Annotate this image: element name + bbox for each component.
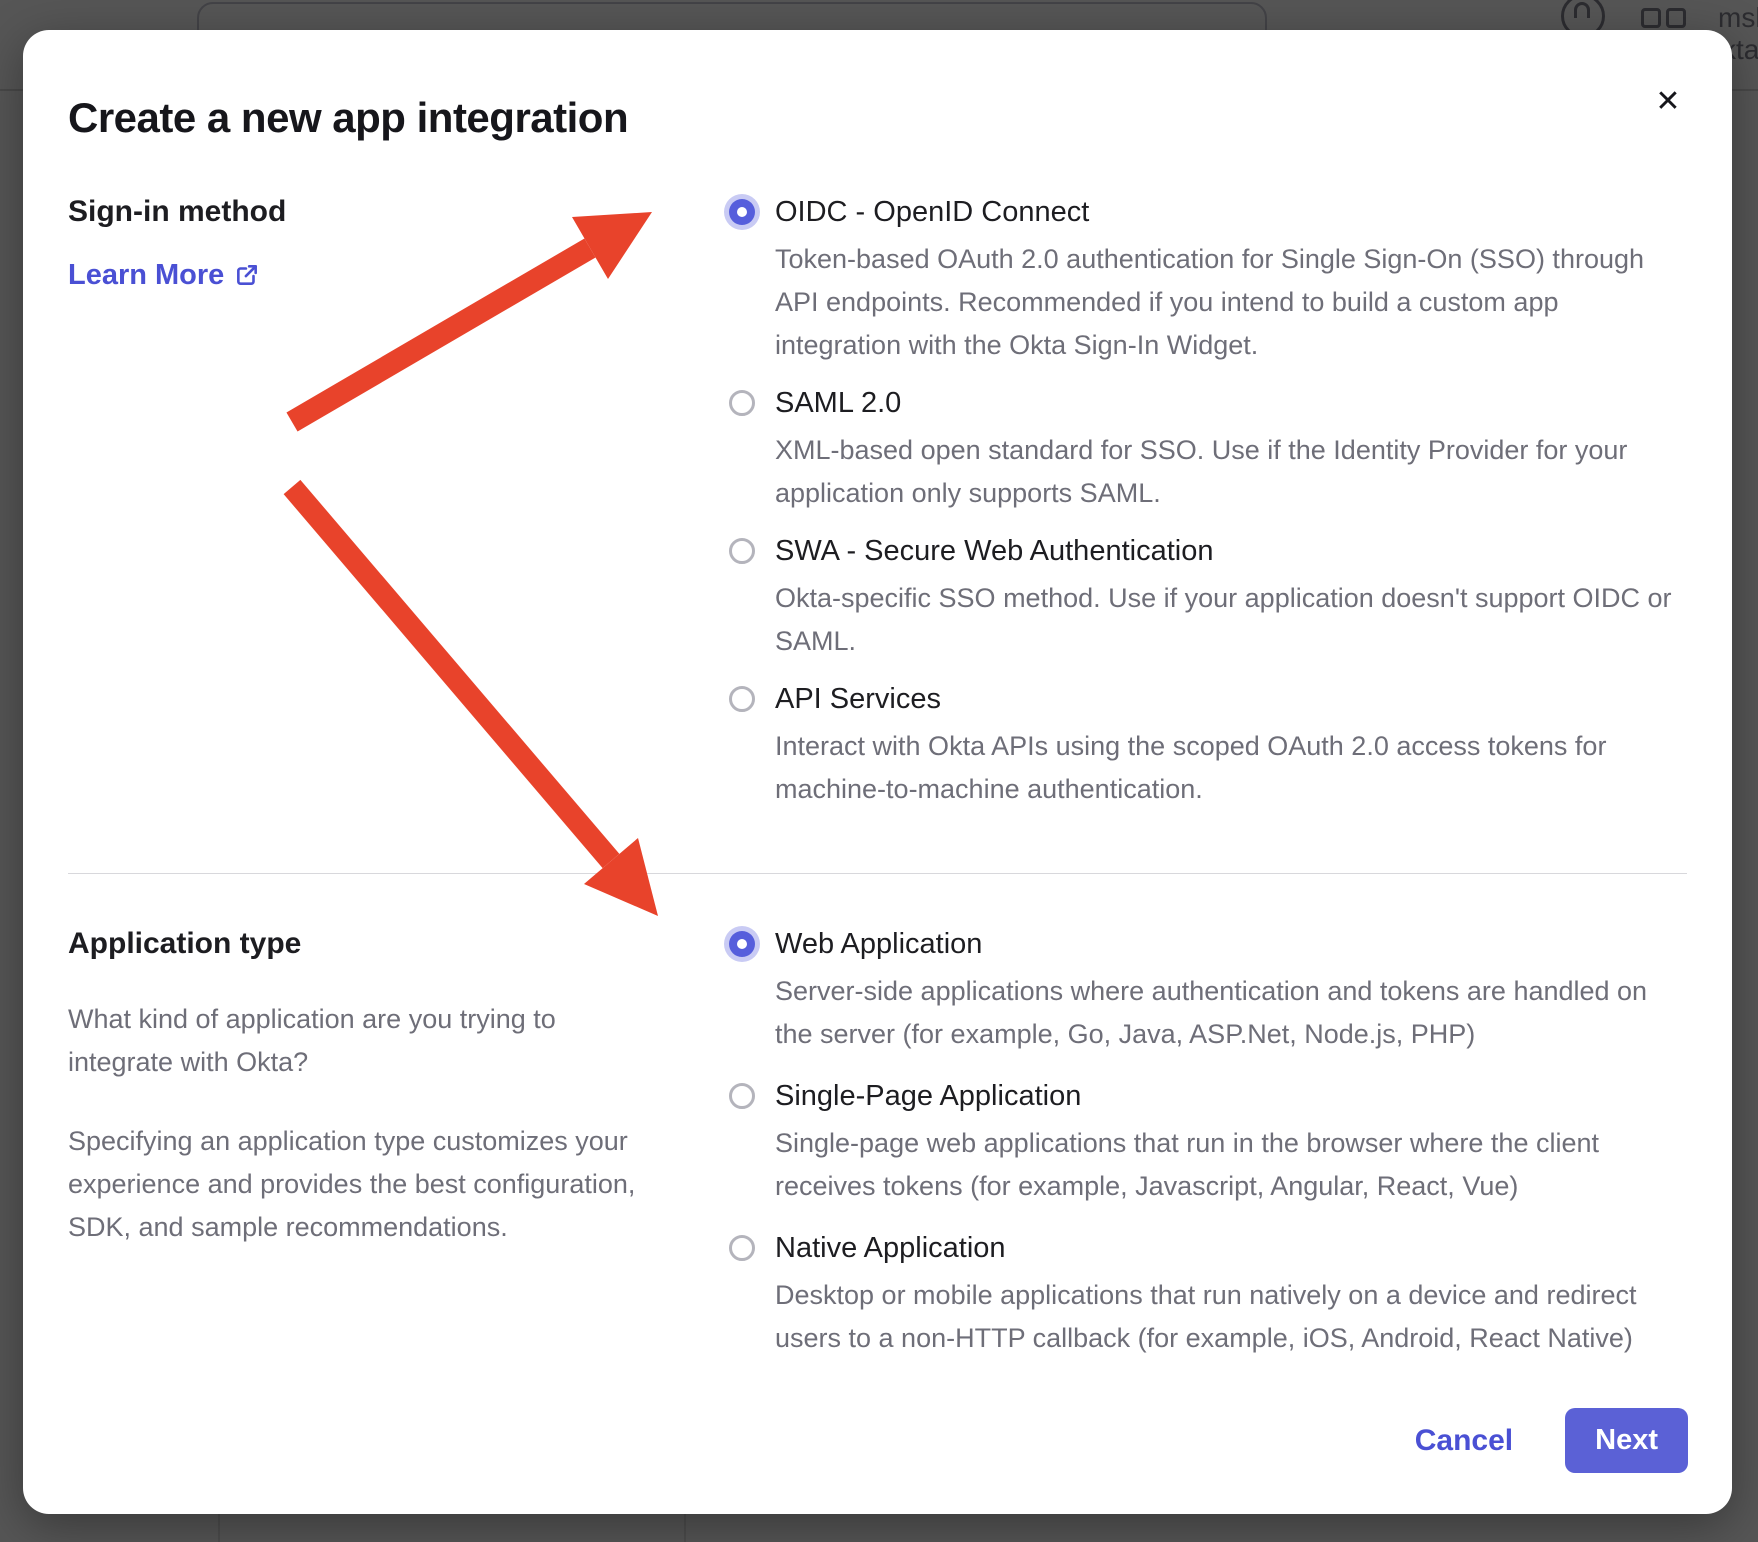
saml-description: XML-based open standard for SSO. Use if … [775,429,1687,515]
native-application-label: Native Application [775,1230,1687,1266]
signin-method-heading: Sign-in method [68,194,668,230]
application-type-heading: Application type [68,926,668,962]
oidc-description: Token-based OAuth 2.0 authentication for… [775,238,1687,367]
web-application-label: Web Application [775,926,1687,962]
oidc-label: OIDC - OpenID Connect [775,194,1687,230]
dialog-footer: Cancel Next [1415,1408,1688,1473]
radio-option-saml: SAML 2.0 XML-based open standard for SSO… [727,385,1687,515]
application-type-question: What kind of application are you trying … [68,998,668,1084]
single-page-application-label: Single-Page Application [775,1078,1687,1114]
native-application-description: Desktop or mobile applications that run … [775,1274,1687,1360]
learn-more-link[interactable]: Learn More [68,258,260,292]
radio-option-native-application: Native Application Desktop or mobile app… [727,1230,1687,1360]
oidc-radio[interactable] [729,199,755,225]
radio-option-web-application: Web Application Server-side applications… [727,926,1687,1056]
api-services-radio[interactable] [729,686,755,712]
application-type-section: Application type What kind of applicatio… [68,926,1687,1360]
close-icon: ✕ [1655,85,1680,118]
external-link-icon [234,262,260,288]
radio-option-api-services: API Services Interact with Okta APIs usi… [727,681,1687,811]
next-button[interactable]: Next [1565,1408,1688,1473]
swa-label: SWA - Secure Web Authentication [775,533,1687,569]
saml-radio[interactable] [729,390,755,416]
web-application-radio[interactable] [729,931,755,957]
api-services-label: API Services [775,681,1687,717]
native-application-radio[interactable] [729,1235,755,1261]
background-table-divider [684,1510,686,1542]
web-application-description: Server-side applications where authentic… [775,970,1687,1056]
signin-method-section: Sign-in method Learn More OIDC - OpenID … [68,194,1687,811]
learn-more-label: Learn More [68,258,224,292]
single-page-application-radio[interactable] [729,1083,755,1109]
saml-label: SAML 2.0 [775,385,1687,421]
cancel-button[interactable]: Cancel [1415,1424,1513,1458]
swa-radio[interactable] [729,538,755,564]
radio-option-swa: SWA - Secure Web Authentication Okta-spe… [727,533,1687,663]
radio-option-single-page-application: Single-Page Application Single-page web … [727,1078,1687,1208]
close-button[interactable]: ✕ [1648,82,1688,122]
create-app-integration-dialog: ✕ Create a new app integration Sign-in m… [23,30,1732,1514]
api-services-description: Interact with Okta APIs using the scoped… [775,725,1687,811]
swa-description: Okta-specific SSO method. Use if your ap… [775,577,1687,663]
application-type-note: Specifying an application type customize… [68,1120,668,1249]
user-menu-text-fragment: msh [1718,2,1758,34]
radio-option-oidc: OIDC - OpenID Connect Token-based OAuth … [727,194,1687,367]
background-table-divider [218,1510,220,1542]
single-page-application-description: Single-page web applications that run in… [775,1122,1687,1208]
section-divider [68,873,1687,874]
dialog-title: Create a new app integration [68,30,1687,142]
